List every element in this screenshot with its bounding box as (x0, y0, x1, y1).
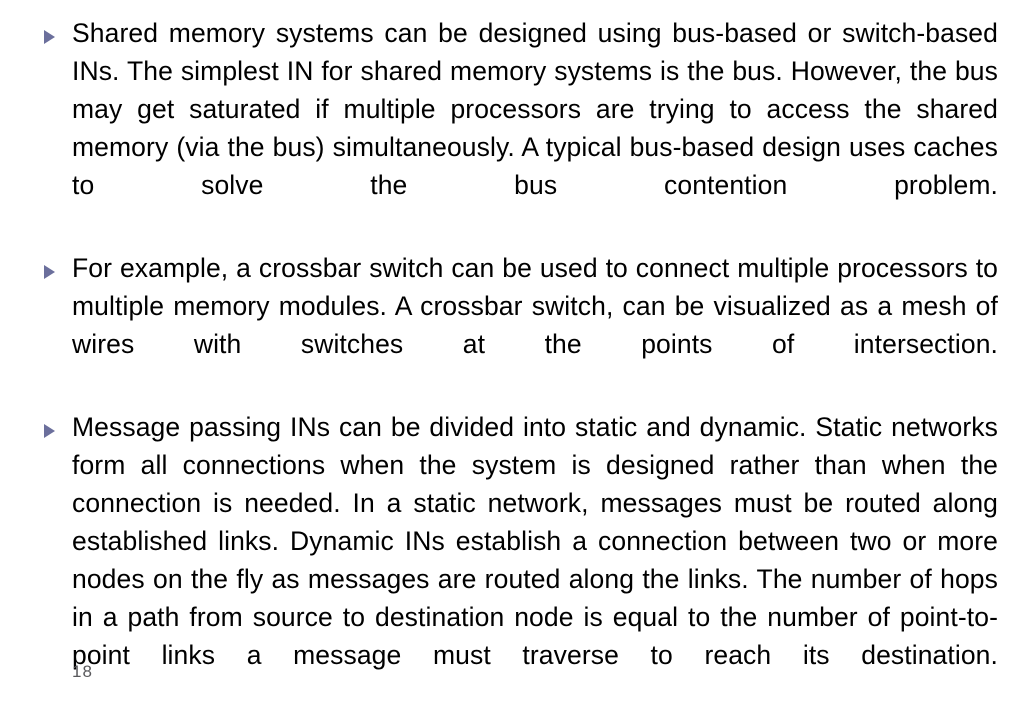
triangle-right-icon (44, 265, 55, 279)
list-item: Shared memory systems can be designed us… (0, 14, 1024, 242)
bullet-paragraph-2: For example, a crossbar switch can be us… (72, 253, 998, 359)
triangle-right-icon (44, 424, 55, 438)
slide-canvas: Shared memory systems can be designed us… (0, 0, 1024, 709)
page-number: 18 (72, 662, 93, 681)
triangle-right-icon (44, 30, 55, 44)
list-item: Message passing INs can be divided into … (0, 408, 1024, 712)
bullet-list: Shared memory systems can be designed us… (0, 14, 1024, 719)
bullet-paragraph-3: Message passing INs can be divided into … (72, 412, 998, 670)
bullet-paragraph-1: Shared memory systems can be designed us… (72, 18, 998, 200)
list-item: For example, a crossbar switch can be us… (0, 249, 1024, 401)
